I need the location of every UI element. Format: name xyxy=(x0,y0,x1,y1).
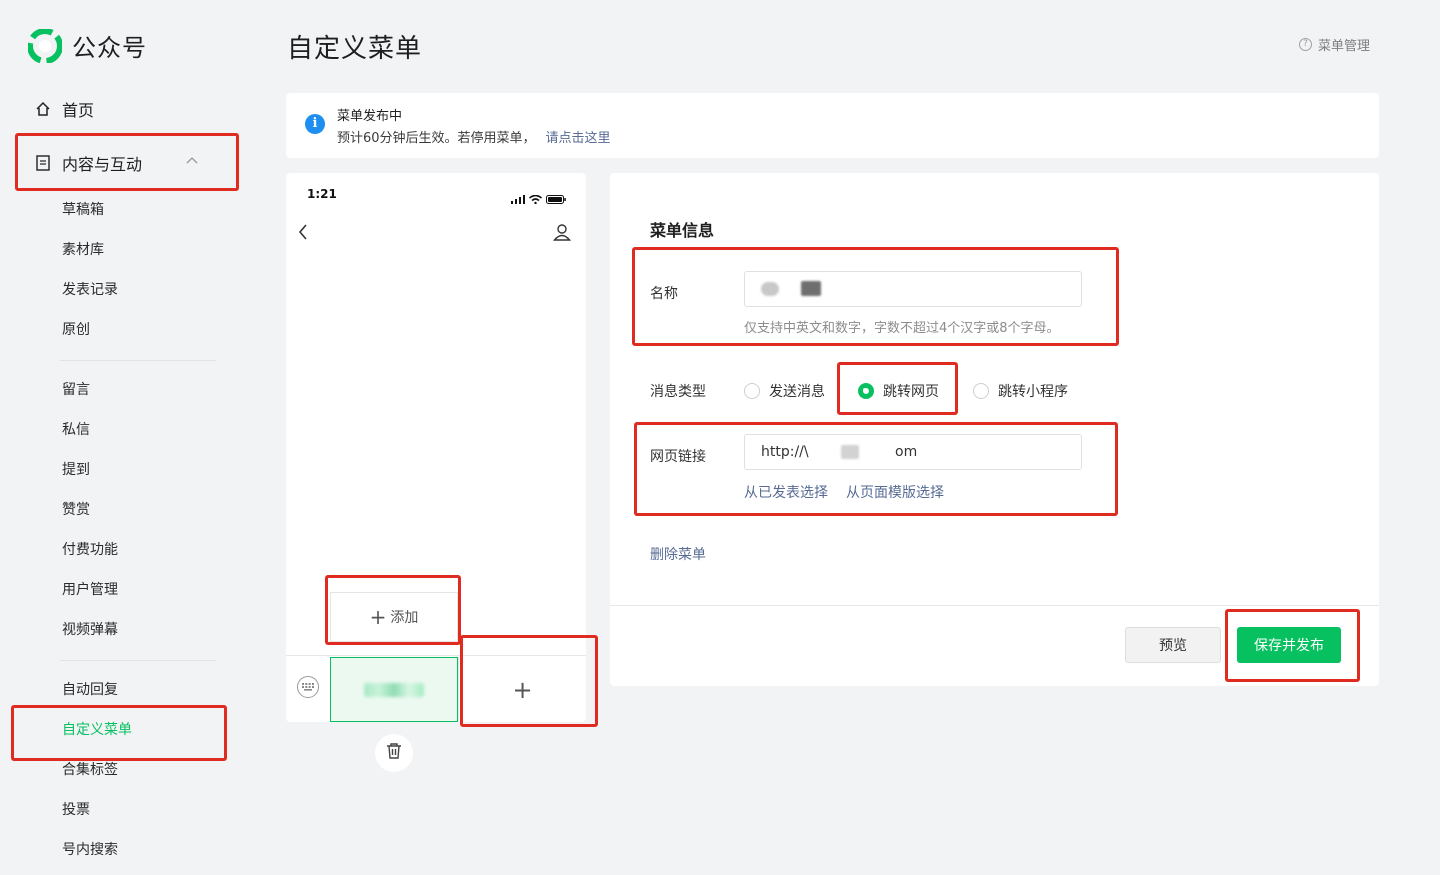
sidebar-item-video-danmaku[interactable]: 视频弹幕 xyxy=(62,620,118,640)
user-profile-icon[interactable] xyxy=(553,223,571,245)
preview-button[interactable]: 预览 xyxy=(1125,627,1221,663)
sidebar-item-publish-records[interactable]: 发表记录 xyxy=(62,280,118,300)
sidebar-item-mentions[interactable]: 提到 xyxy=(62,460,90,480)
highlight-box xyxy=(15,133,239,191)
sidebar-item-home[interactable]: 首页 xyxy=(34,96,94,122)
sidebar-item-rewards[interactable]: 赞赏 xyxy=(62,500,90,520)
notice-text: 预计60分钟后生效。若停用菜单， 请点击这里 xyxy=(337,127,611,146)
delete-menu-link[interactable]: 删除菜单 xyxy=(650,544,706,564)
delete-trash-button[interactable] xyxy=(375,734,413,772)
signal-icon xyxy=(511,189,525,208)
highlight-box xyxy=(634,422,1118,516)
trash-icon xyxy=(386,742,402,764)
highlight-box xyxy=(837,362,958,415)
highlight-box xyxy=(460,635,598,727)
sidebar-item-vote[interactable]: 投票 xyxy=(62,800,90,820)
sidebar-item-label: 首页 xyxy=(62,101,95,120)
notice-title: 菜单发布中 xyxy=(337,109,403,124)
sidebar-item-drafts[interactable]: 草稿箱 xyxy=(62,200,104,220)
notice-body: 预计60分钟后生效。若停用菜单， xyxy=(337,131,536,146)
highlight-box xyxy=(325,575,461,645)
radio-label: 跳转小程序 xyxy=(998,384,1068,400)
highlight-box xyxy=(1225,609,1360,682)
back-chevron-icon[interactable] xyxy=(298,221,308,245)
battery-icon xyxy=(546,189,566,208)
sidebar-item-search[interactable]: 号内搜索 xyxy=(62,840,118,860)
menu-management-link[interactable]: ? 菜单管理 xyxy=(1299,35,1370,54)
home-icon xyxy=(34,100,52,118)
footer-divider xyxy=(610,605,1379,606)
sidebar-item-original[interactable]: 原创 xyxy=(62,320,90,340)
highlight-box xyxy=(632,247,1119,346)
sidebar-item-collections[interactable]: 合集标签 xyxy=(62,760,118,780)
highlight-box xyxy=(11,705,227,761)
brand-name: 公众号 xyxy=(72,34,147,62)
radio-label: 发送消息 xyxy=(769,384,825,400)
type-label: 消息类型 xyxy=(650,384,706,400)
help-label: 菜单管理 xyxy=(1318,39,1371,54)
wechat-official-logo-icon xyxy=(27,27,63,64)
status-bar-icons xyxy=(511,189,566,208)
radio-send-message[interactable]: 发送消息 xyxy=(744,381,825,401)
sidebar-item-users[interactable]: 用户管理 xyxy=(62,580,118,600)
brand-logo[interactable]: 公众号 xyxy=(27,27,147,64)
blurred-menu-name xyxy=(364,682,424,697)
wifi-icon xyxy=(528,189,543,208)
sidebar-item-materials[interactable]: 素材库 xyxy=(62,240,104,260)
menu-item-selected[interactable] xyxy=(330,657,458,722)
section-title: 菜单信息 xyxy=(650,221,715,240)
sidebar-divider xyxy=(60,660,216,661)
keyboard-icon[interactable] xyxy=(297,676,319,698)
notice-disable-link[interactable]: 请点击这里 xyxy=(546,131,611,146)
publish-notice: i 菜单发布中 预计60分钟后生效。若停用菜单， 请点击这里 xyxy=(286,93,1379,158)
radio-jump-miniprogram[interactable]: 跳转小程序 xyxy=(973,381,1068,401)
radio-circle xyxy=(973,383,989,399)
sidebar-item-auto-reply[interactable]: 自动回复 xyxy=(62,680,118,700)
sidebar-item-paid[interactable]: 付费功能 xyxy=(62,540,118,560)
question-icon: ? xyxy=(1299,38,1312,51)
status-time: 1:21 xyxy=(307,187,337,201)
sidebar-divider xyxy=(60,360,216,361)
page-title: 自定义菜单 xyxy=(287,34,423,64)
info-icon: i xyxy=(305,114,325,134)
radio-circle xyxy=(744,383,760,399)
sidebar-item-comments[interactable]: 留言 xyxy=(62,380,90,400)
sidebar-item-messages[interactable]: 私信 xyxy=(62,420,90,440)
